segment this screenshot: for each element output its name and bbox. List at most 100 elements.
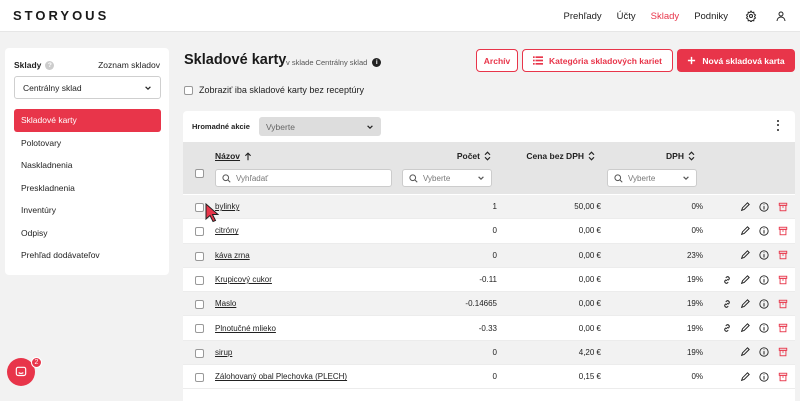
nav-item-sklady[interactable]: Sklady <box>651 11 680 22</box>
row-price: 0,00 € <box>578 299 601 309</box>
nav-item-prehlady[interactable]: Prehľady <box>564 11 602 22</box>
column-dph-label: DPH <box>666 151 684 161</box>
delete-icon[interactable] <box>777 249 789 261</box>
delete-icon[interactable] <box>777 274 789 286</box>
sidebar-item-prehlad-dodavatelov[interactable]: Prehľad dodávateľov <box>14 244 161 267</box>
column-header-name[interactable]: Názov <box>215 151 252 161</box>
column-count-label: Počet <box>456 151 480 161</box>
name-search-input[interactable]: Vyhľadať <box>215 169 392 187</box>
table-row[interactable]: citróny 0 0,00 € 0% <box>183 219 795 244</box>
page-subtitle: v sklade Centrálny sklad i <box>286 58 382 67</box>
table-row[interactable]: sirup 0 4,20 € 19% <box>183 340 795 366</box>
delete-icon[interactable] <box>777 346 789 358</box>
info-icon[interactable] <box>758 274 770 286</box>
sidebar-header: Sklady ? Zoznam skladov <box>14 60 160 70</box>
archive-button[interactable]: Archív <box>476 49 518 72</box>
delete-icon[interactable] <box>777 322 789 334</box>
column-header-count[interactable]: Počet <box>457 151 491 161</box>
column-header-price[interactable]: Cena bez DPH <box>526 151 595 161</box>
sidebar-item-inventury[interactable]: Inventúry <box>14 199 161 222</box>
row-price: 0,00 € <box>578 226 601 236</box>
row-name[interactable]: citróny <box>215 226 239 235</box>
row-name[interactable]: Zálohovaný obal Plechovka (PLECH) <box>215 372 347 381</box>
page-title: Skladové karty <box>184 52 287 68</box>
info-icon[interactable] <box>758 346 770 358</box>
delete-icon[interactable] <box>777 225 789 237</box>
sort-ascending-icon <box>245 151 252 160</box>
bulk-actions-select[interactable]: Vyberte <box>258 117 381 136</box>
link-icon[interactable] <box>721 274 733 286</box>
sort-icon <box>588 151 595 161</box>
table-row[interactable]: Plnotučné mlieko -0.33 0,00 € 19% <box>183 316 795 341</box>
edit-icon[interactable] <box>739 274 751 286</box>
sidebar-item-polotovary[interactable]: Polotovary <box>14 132 161 155</box>
row-name[interactable]: káva zrna <box>215 251 250 260</box>
main-nav: Prehľady Účty Sklady Podniky <box>549 0 788 32</box>
filter-without-recipe: Zobraziť iba skladové karty bez receptúr… <box>184 85 364 95</box>
info-icon[interactable]: i <box>372 58 382 67</box>
row-checkbox[interactable] <box>195 251 204 261</box>
row-checkbox[interactable] <box>195 275 204 285</box>
count-filter-select[interactable]: Vyberte <box>402 169 492 187</box>
row-checkbox[interactable] <box>195 203 204 212</box>
info-icon[interactable] <box>758 225 770 237</box>
sidebar-item-preskladnenia[interactable]: Preskladnenia <box>14 177 161 200</box>
row-checkbox[interactable] <box>195 300 204 310</box>
row-checkbox[interactable] <box>195 348 204 358</box>
more-options-icon[interactable] <box>775 119 781 132</box>
sidebar-item-odpisy[interactable]: Odpisy <box>14 222 161 245</box>
row-dph: 19% <box>686 347 703 357</box>
gear-icon[interactable] <box>744 9 758 23</box>
row-name[interactable]: Maslo <box>215 299 236 308</box>
table-row[interactable]: káva zrna 0 0,00 € 23% <box>183 243 795 268</box>
brand-logo[interactable]: STORYOUS <box>13 8 109 23</box>
edit-icon[interactable] <box>739 346 751 358</box>
delete-icon[interactable] <box>777 371 789 383</box>
edit-icon[interactable] <box>739 298 751 310</box>
table-row[interactable]: bylinky 1 50,00 €0% <box>183 195 795 220</box>
dph-filter-select[interactable]: Vyberte <box>607 169 697 187</box>
row-dph: 19% <box>686 275 703 285</box>
info-icon[interactable] <box>758 322 770 334</box>
info-icon[interactable] <box>758 249 770 261</box>
table-row[interactable]: Krupicový cukor -0.11 0,00 € 19% <box>183 268 795 293</box>
row-count: 0 <box>492 372 497 382</box>
edit-icon[interactable] <box>739 322 751 334</box>
row-name[interactable]: Plnotučné mlieko <box>215 324 276 333</box>
nav-item-ucty[interactable]: Účty <box>617 11 636 22</box>
nav-item-podniky[interactable]: Podniky <box>694 11 728 22</box>
search-icon <box>222 173 231 183</box>
select-all-checkbox[interactable] <box>195 169 204 178</box>
info-icon[interactable] <box>758 371 770 383</box>
delete-icon[interactable] <box>777 298 789 310</box>
edit-icon[interactable] <box>739 371 751 383</box>
new-stock-card-button[interactable]: Nová skladová karta <box>677 49 795 72</box>
sidebar-item-skladove-karty[interactable]: Skladové karty <box>14 109 161 132</box>
warehouse-list-link[interactable]: Zoznam skladov <box>98 60 160 70</box>
row-count: 0 <box>492 347 497 357</box>
row-checkbox[interactable] <box>195 227 204 237</box>
warehouse-select[interactable]: Centrálny sklad <box>14 76 161 99</box>
edit-icon[interactable] <box>739 225 751 237</box>
sidebar-item-naskladnenia[interactable]: Naskladnenia <box>14 154 161 177</box>
table-row[interactable]: Maslo -0.14665 0,00 € 19% <box>183 292 795 317</box>
row-name[interactable]: sirup <box>215 348 232 357</box>
row-checkbox[interactable] <box>195 373 204 383</box>
filter-without-recipe-checkbox[interactable] <box>184 85 193 95</box>
row-name[interactable]: Krupicový cukor <box>215 275 272 284</box>
edit-icon[interactable] <box>739 201 751 213</box>
table-row[interactable]: Zálohovaný obal Plechovka (PLECH) 0 0,15 €… <box>183 365 795 390</box>
row-count: -0.14665 <box>465 299 497 309</box>
categories-button[interactable]: Kategória skladových kariet <box>522 49 673 72</box>
row-price: 0,15 € <box>578 372 601 382</box>
link-icon[interactable] <box>721 298 733 310</box>
info-icon[interactable] <box>758 201 770 213</box>
row-checkbox[interactable] <box>195 324 204 334</box>
help-icon[interactable]: ? <box>45 60 55 70</box>
column-header-dph[interactable]: DPH <box>666 151 695 161</box>
user-icon[interactable] <box>774 9 788 23</box>
delete-icon[interactable] <box>777 201 789 213</box>
edit-icon[interactable] <box>739 249 751 261</box>
link-icon[interactable] <box>721 322 733 334</box>
info-icon[interactable] <box>758 298 770 310</box>
